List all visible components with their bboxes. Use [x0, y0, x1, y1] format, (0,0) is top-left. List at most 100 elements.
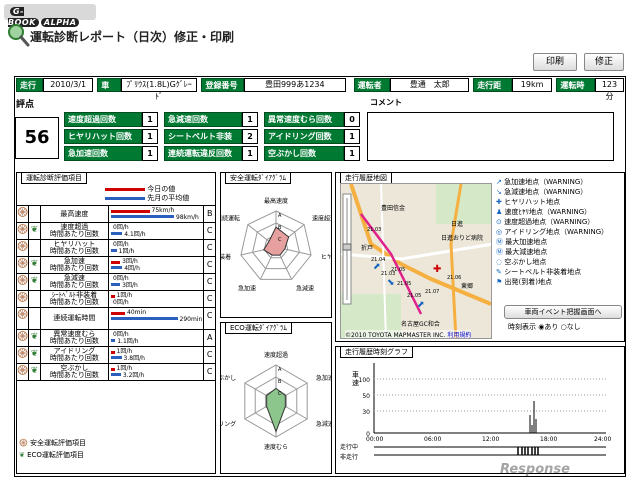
map-legend-item: ✚ ヒヤリハット地点 [496, 197, 624, 207]
average-value: 290min [179, 316, 203, 323]
svg-text:30: 30 [362, 409, 370, 416]
eco-item-icon: ❦ [29, 274, 41, 290]
time-graph-panel: 走行履歴時刻グラフ 100 50 30 0 車速 00:00 06:00 12:00 … [335, 346, 625, 474]
eval-bars: 0回/h 4.1回/h [108, 223, 203, 239]
safety-radar-title: 安全運転ﾀﾞｲｱｸﾞﾗﾑ [225, 172, 291, 184]
count-value: 1 [242, 146, 258, 161]
map-place: 東郷 [461, 283, 474, 290]
average-bar [111, 249, 117, 252]
eval-grade: C [203, 257, 215, 273]
eco-item-icon: ❦ [29, 223, 41, 239]
eco-item-icon [29, 291, 41, 307]
legend-symbol-icon: ↘ [496, 188, 505, 196]
count-value: 2 [242, 129, 258, 144]
map-copyright: ©2010 TOYOTA MAPMASTER INC. [345, 332, 446, 339]
page-title: 運転診断レポート（日次）修正・印刷 [30, 30, 235, 44]
legend-text: ヒヤリハット地点 [504, 198, 561, 206]
header-value: 123分 [594, 78, 625, 101]
average-bar [111, 232, 123, 235]
eval-bars: 1回/h 3.2回/h [108, 364, 203, 380]
xtick: 24:00 [594, 436, 612, 443]
map-time-label: 21.07 [425, 289, 440, 295]
map-legend-item: ◎ アイドリング地点（WARNING） [496, 227, 624, 237]
safety-item-icon: 🛞 [17, 308, 30, 329]
count-value: 1 [142, 112, 158, 127]
radar-axis-label: 急減速 [316, 420, 331, 428]
legend-symbol-icon: ✚ [496, 198, 505, 206]
xtick: 06:00 [424, 436, 442, 443]
header-label: 走行日 [16, 78, 44, 104]
today-value: 40min [127, 309, 146, 316]
count-label: 空ぶかし回数 [264, 146, 344, 161]
route-map[interactable]: 豊田信金 日進 日進おりど病院 東郷 名古屋GC和合 折戸 21.03 21.0… [340, 183, 492, 339]
eval-row: 🛞 ❦ 空ぶかし 時間あたり回数 1回/h 3.2回/h C [17, 364, 215, 381]
event-marker-icon[interactable]: ⬈ [373, 262, 381, 272]
map-legend-item: Ⓜ 最大減速地点 [496, 247, 624, 257]
map-place: 日進おりど病院 [441, 235, 484, 242]
eval-grade: B [203, 206, 215, 222]
legend-symbol-icon: ⚑ [496, 278, 505, 286]
event-marker-icon[interactable]: ⬊ [387, 278, 395, 288]
eval-row: 🛞 連続運転時間 40min 290min C [17, 308, 215, 330]
eval-grade: C [203, 274, 215, 290]
eval-table: 🛞 最高速度 75km/h 98km/h B 🛞 ❦ 速度超過 時間あたり回数 0回/h 4.1回… [17, 205, 215, 381]
eval-bars: 0回/h 3回/h [108, 274, 203, 290]
radar-axis-label: アイドリング [221, 420, 236, 428]
header-label: 運転時間 [556, 78, 595, 104]
radar-axis-label: ヒヤリハット [321, 254, 331, 261]
legend-text: シートベルト非装着地点 [504, 268, 582, 276]
edit-button[interactable]: 修正 [584, 53, 624, 71]
safety-item-icon: 🛞 [17, 257, 30, 273]
count-label: 連続運転違反回数 [164, 146, 242, 161]
legend-text: 最大加速地点 [505, 238, 548, 246]
eco-item-icon [29, 206, 41, 222]
today-bar [111, 312, 126, 315]
average-value: 1回/h [118, 248, 135, 255]
map-legend-item: ⊙ 速度超過地点（WARNING） [496, 217, 624, 227]
legend-symbol-icon: Ⓜ [496, 238, 506, 246]
eco-radar-chart: 速度超過急加速急減速速度むら アイドリング空ぶかし ABC [221, 351, 331, 451]
average-bar [111, 356, 122, 359]
eval-row: 🛞 ❦ 急加速 時間あたり回数 3回/h 4回/h C [17, 257, 215, 274]
map-graphic [341, 184, 491, 338]
eval-bars: 75km/h 98km/h [108, 206, 203, 222]
eco-item-icon: ❦ [29, 364, 41, 380]
eval-row: 🛞 ｼｰﾄﾍﾞﾙﾄ非装着 時間あたり回数 1回/h 0回/h C [17, 291, 215, 308]
average-bar [111, 266, 123, 269]
eval-item-name: ｼｰﾄﾍﾞﾙﾄ非装着 時間あたり回数 [49, 291, 99, 306]
radar-grade-letter: A [278, 367, 282, 373]
footer-safety: 🛞 安全運転評価項目 [19, 439, 86, 447]
average-value: 3.8回/h [123, 355, 145, 362]
comment-box[interactable] [367, 112, 614, 161]
radar-axis-label: シートベルト非装着 [221, 253, 231, 261]
eval-bars: 40min 290min [108, 308, 203, 329]
average-bar [111, 339, 116, 342]
radar-axis-label: 急加速 [238, 284, 256, 292]
radar-axis-label: 最高速度 [264, 197, 288, 205]
map-legend-item: ◌ 空ぶかし地点 [496, 257, 624, 267]
legend-text: 最大減速地点 [505, 248, 548, 256]
safety-item-icon: 🛞 [17, 347, 30, 363]
vehicle-event-button[interactable]: 車両イベント把握画面へ [504, 305, 622, 319]
average-bar [111, 373, 121, 376]
event-marker-icon[interactable]: ⬈ [417, 300, 425, 310]
count-value: 1 [142, 146, 158, 161]
radar-grade-letter: C [278, 237, 282, 243]
map-legend-item: ⚑ 出発(到着)地点 [496, 277, 624, 287]
magnifier-icon [8, 24, 30, 47]
radar-axis-label: 空ぶかし [221, 374, 236, 382]
terms-link[interactable]: 利用規約 [447, 332, 471, 338]
eco-item-icon: ❦ [29, 257, 41, 273]
count-value: 0 [344, 112, 360, 127]
average-value: 4回/h [124, 265, 140, 272]
radar-axis-label: 速度むら [264, 443, 288, 451]
safety-item-icon: 🛞 [17, 364, 30, 380]
radar-grade-letter: A [278, 213, 282, 219]
eval-item-name: 速度超過 時間あたり回数 [49, 223, 99, 238]
radar-axis-label: 急加速 [316, 374, 331, 382]
header-label: 車名 [97, 78, 121, 104]
map-legend-item: ♟ 速度ﾋﾔﾘ地点（WARNING） [496, 207, 624, 217]
eval-grade: C [203, 291, 215, 307]
eval-bars: 0回/h 1回/h [108, 240, 203, 256]
print-button[interactable]: 印刷 [533, 53, 577, 71]
